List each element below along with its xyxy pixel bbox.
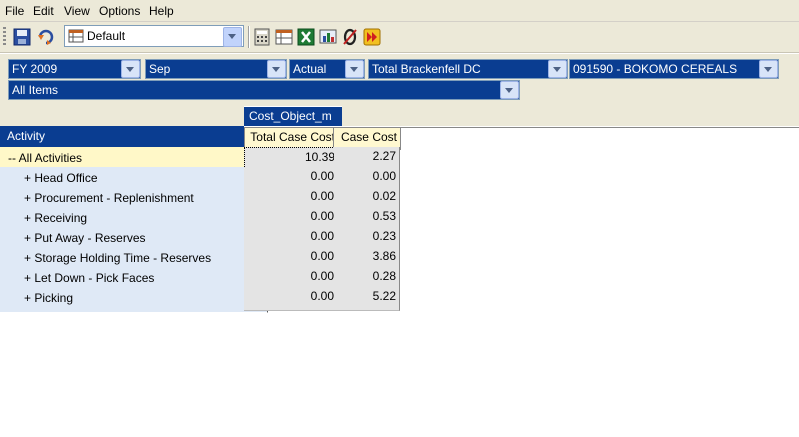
month-select-value: Sep <box>149 62 171 76</box>
product-dropdown-arrow-icon[interactable] <box>759 60 778 78</box>
grid-corner <box>0 106 244 126</box>
activity-dimension-header[interactable]: Activity <box>0 126 244 147</box>
product-select[interactable]: 091590 - BOKOMO CEREALS <box>569 59 779 79</box>
layout-select[interactable]: Default <box>64 25 244 47</box>
layout-select-value: Default <box>87 29 126 43</box>
grid-header-strip <box>342 106 799 126</box>
year-select[interactable]: FY 2009 <box>8 59 141 79</box>
items-select-value: All Items <box>12 83 59 97</box>
table-cell[interactable]: 0.00 <box>244 287 338 311</box>
items-dropdown-arrow-icon[interactable] <box>500 81 519 99</box>
year-dropdown-arrow-icon[interactable] <box>121 60 140 78</box>
scenario-select-value: Actual <box>293 62 327 76</box>
chart-export-icon[interactable] <box>318 27 338 47</box>
year-select-value: FY 2009 <box>12 62 58 76</box>
toolbar-grip[interactable] <box>3 27 6 47</box>
layout-dropdown-arrow-icon[interactable] <box>223 27 242 47</box>
menu-file[interactable]: File <box>5 4 24 18</box>
scenario-dropdown-arrow-icon[interactable] <box>345 60 364 78</box>
calculator-icon[interactable] <box>252 27 272 47</box>
month-dropdown-arrow-icon[interactable] <box>267 60 286 78</box>
run-forward-icon[interactable] <box>362 27 382 47</box>
measure-dimension-tab[interactable]: Cost_Object_m <box>244 107 342 126</box>
menu-view[interactable]: View <box>64 4 90 18</box>
excel-export-icon[interactable] <box>296 27 316 47</box>
menu-bar: File Edit View Options Help <box>0 0 799 22</box>
row-label-picking[interactable]: + Picking <box>0 287 268 313</box>
toolbar: Default <box>0 22 799 53</box>
save-icon[interactable] <box>12 27 32 47</box>
menu-help[interactable]: Help <box>149 4 174 18</box>
table-cell[interactable]: 5.22 <box>334 287 400 311</box>
menu-edit[interactable]: Edit <box>33 4 54 18</box>
header-empty-area <box>396 127 799 146</box>
layout-grid-icon <box>68 29 84 43</box>
product-select-value: 091590 - BOKOMO CEREALS <box>573 62 738 76</box>
scenario-select[interactable]: Actual <box>289 59 365 79</box>
items-select[interactable]: All Items <box>8 80 520 100</box>
month-select[interactable]: Sep <box>145 59 287 79</box>
site-select[interactable]: Total Brackenfell DC <box>368 59 568 79</box>
table-view-icon[interactable] <box>274 27 294 47</box>
menu-options[interactable]: Options <box>99 4 140 18</box>
toolbar-separator <box>248 26 250 48</box>
site-select-value: Total Brackenfell DC <box>372 62 481 76</box>
filter-area: FY 2009 Sep Actual Total Brackenfell DC … <box>0 54 799 114</box>
site-dropdown-arrow-icon[interactable] <box>548 60 567 78</box>
refresh-icon[interactable] <box>36 27 56 47</box>
zero-suppress-icon[interactable] <box>340 27 360 47</box>
